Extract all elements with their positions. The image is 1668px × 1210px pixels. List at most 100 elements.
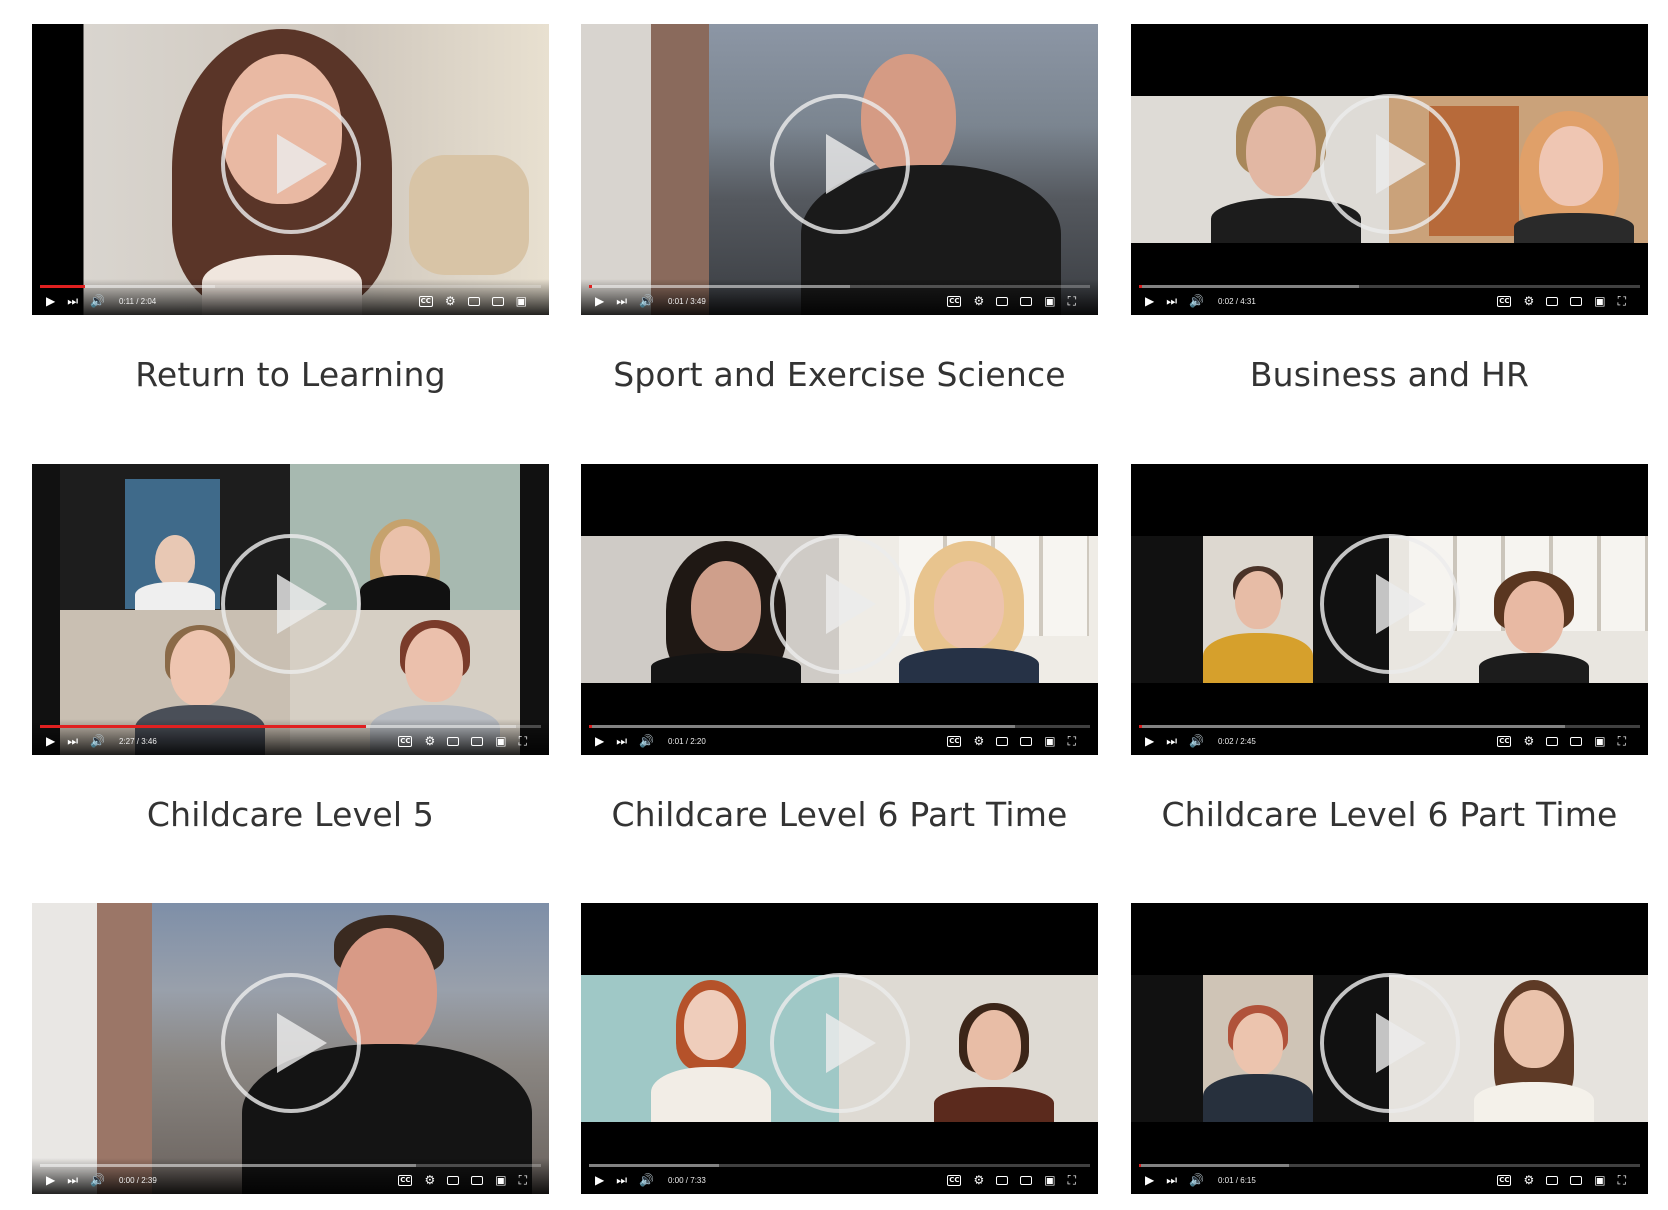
cast-icon[interactable]: ▣ (1044, 733, 1055, 749)
fullscreen-icon[interactable]: ⛶ (1068, 1172, 1076, 1188)
cast-icon[interactable]: ▣ (1594, 1172, 1605, 1188)
video-player[interactable]: ▶ ⏭ 🔊 0:00 / 7:33 CC ⚙ ▣ ⛶ (581, 903, 1098, 1194)
miniplayer-icon[interactable] (467, 296, 480, 306)
next-icon[interactable]: ⏭ (1166, 1172, 1177, 1188)
fullscreen-icon[interactable]: ⛶ (519, 733, 527, 749)
volume-icon[interactable]: 🔊 (90, 1172, 105, 1188)
play-circle-icon[interactable] (220, 533, 361, 674)
play-icon[interactable]: ▶ (1145, 733, 1154, 749)
cast-icon[interactable]: ▣ (1044, 293, 1055, 309)
theater-icon[interactable] (491, 296, 504, 306)
progress-bar[interactable] (40, 285, 541, 288)
captions-icon[interactable]: CC (398, 1174, 413, 1186)
miniplayer-icon[interactable] (1546, 736, 1559, 746)
progress-bar[interactable] (589, 285, 1090, 288)
gear-icon[interactable]: ⚙ (424, 1172, 435, 1188)
next-icon[interactable]: ⏭ (1166, 293, 1177, 309)
video-title[interactable]: Sport and Exercise Science (581, 355, 1098, 394)
captions-icon[interactable]: CC (1497, 295, 1512, 307)
progress-bar[interactable] (589, 1164, 1090, 1167)
fullscreen-icon[interactable]: ⛶ (1068, 293, 1076, 309)
progress-bar[interactable] (1139, 725, 1640, 728)
captions-icon[interactable]: CC (1497, 1174, 1512, 1186)
volume-icon[interactable]: 🔊 (639, 733, 654, 749)
video-title[interactable]: Business and HR (1131, 355, 1648, 394)
cast-icon[interactable]: ▣ (1044, 1172, 1055, 1188)
cast-icon[interactable]: ▣ (516, 293, 527, 309)
gear-icon[interactable]: ⚙ (1523, 293, 1534, 309)
next-icon[interactable]: ⏭ (616, 733, 627, 749)
next-icon[interactable]: ⏭ (1166, 733, 1177, 749)
video-player[interactable]: ▶ ⏭ 🔊 0:11 / 2:04 CC ⚙ ▣ (32, 24, 549, 315)
fullscreen-icon[interactable]: ⛶ (1068, 733, 1076, 749)
progress-bar[interactable] (40, 725, 541, 728)
theater-icon[interactable] (471, 1175, 484, 1185)
captions-icon[interactable]: CC (1497, 735, 1512, 747)
progress-bar[interactable] (1139, 285, 1640, 288)
play-circle-icon[interactable] (220, 972, 361, 1113)
video-player[interactable]: ▶ ⏭ 🔊 0:00 / 2:39 CC ⚙ ▣ ⛶ (32, 903, 549, 1194)
gear-icon[interactable]: ⚙ (973, 733, 984, 749)
gear-icon[interactable]: ⚙ (424, 733, 435, 749)
play-icon[interactable]: ▶ (1145, 1172, 1154, 1188)
captions-icon[interactable]: CC (947, 295, 962, 307)
play-icon[interactable]: ▶ (595, 733, 604, 749)
volume-icon[interactable]: 🔊 (639, 293, 654, 309)
play-icon[interactable]: ▶ (595, 1172, 604, 1188)
video-title[interactable]: Childcare Level 5 (32, 795, 549, 834)
miniplayer-icon[interactable] (1546, 296, 1559, 306)
gear-icon[interactable]: ⚙ (445, 293, 456, 309)
video-player[interactable]: ▶ ⏭ 🔊 0:01 / 6:15 CC ⚙ ▣ ⛶ (1131, 903, 1648, 1194)
captions-icon[interactable]: CC (418, 295, 433, 307)
next-icon[interactable]: ⏭ (616, 1172, 627, 1188)
volume-icon[interactable]: 🔊 (639, 1172, 654, 1188)
volume-icon[interactable]: 🔊 (1189, 1172, 1204, 1188)
fullscreen-icon[interactable]: ⛶ (1618, 1172, 1626, 1188)
video-player[interactable]: ▶ ⏭ 🔊 0:01 / 2:20 CC ⚙ ▣ ⛶ (581, 464, 1098, 755)
next-icon[interactable]: ⏭ (67, 733, 78, 749)
play-circle-icon[interactable] (769, 93, 910, 234)
volume-icon[interactable]: 🔊 (1189, 733, 1204, 749)
next-icon[interactable]: ⏭ (616, 293, 627, 309)
play-circle-icon[interactable] (769, 972, 910, 1113)
theater-icon[interactable] (1570, 296, 1583, 306)
play-circle-icon[interactable] (1319, 972, 1460, 1113)
theater-icon[interactable] (1570, 736, 1583, 746)
volume-icon[interactable]: 🔊 (1189, 293, 1204, 309)
captions-icon[interactable]: CC (947, 735, 962, 747)
gear-icon[interactable]: ⚙ (973, 1172, 984, 1188)
volume-icon[interactable]: 🔊 (90, 293, 105, 309)
video-player[interactable]: ▶ ⏭ 🔊 0:02 / 4:31 CC ⚙ ▣ ⛶ (1131, 24, 1648, 315)
theater-icon[interactable] (1570, 1175, 1583, 1185)
cast-icon[interactable]: ▣ (495, 733, 506, 749)
progress-bar[interactable] (40, 1164, 541, 1167)
gear-icon[interactable]: ⚙ (1523, 733, 1534, 749)
theater-icon[interactable] (1020, 296, 1033, 306)
fullscreen-icon[interactable]: ⛶ (519, 1172, 527, 1188)
gear-icon[interactable]: ⚙ (973, 293, 984, 309)
progress-bar[interactable] (1139, 1164, 1640, 1167)
miniplayer-icon[interactable] (996, 296, 1009, 306)
progress-bar[interactable] (589, 725, 1090, 728)
theater-icon[interactable] (471, 736, 484, 746)
fullscreen-icon[interactable]: ⛶ (1618, 733, 1626, 749)
video-player[interactable]: ▶ ⏭ 🔊 2:27 / 3:46 CC ⚙ ▣ ⛶ (32, 464, 549, 755)
miniplayer-icon[interactable] (447, 1175, 460, 1185)
next-icon[interactable]: ⏭ (67, 1172, 78, 1188)
video-player[interactable]: ▶ ⏭ 🔊 0:02 / 2:45 CC ⚙ ▣ ⛶ (1131, 464, 1648, 755)
play-icon[interactable]: ▶ (46, 733, 55, 749)
play-icon[interactable]: ▶ (46, 293, 55, 309)
video-title[interactable]: Childcare Level 6 Part Time (581, 795, 1098, 834)
captions-icon[interactable]: CC (947, 1174, 962, 1186)
cast-icon[interactable]: ▣ (495, 1172, 506, 1188)
theater-icon[interactable] (1020, 1175, 1033, 1185)
play-circle-icon[interactable] (220, 93, 361, 234)
play-circle-icon[interactable] (1319, 533, 1460, 674)
miniplayer-icon[interactable] (996, 736, 1009, 746)
play-icon[interactable]: ▶ (595, 293, 604, 309)
miniplayer-icon[interactable] (996, 1175, 1009, 1185)
fullscreen-icon[interactable]: ⛶ (1618, 293, 1626, 309)
play-circle-icon[interactable] (1319, 93, 1460, 234)
video-title[interactable]: Return to Learning (32, 355, 549, 394)
gear-icon[interactable]: ⚙ (1523, 1172, 1534, 1188)
